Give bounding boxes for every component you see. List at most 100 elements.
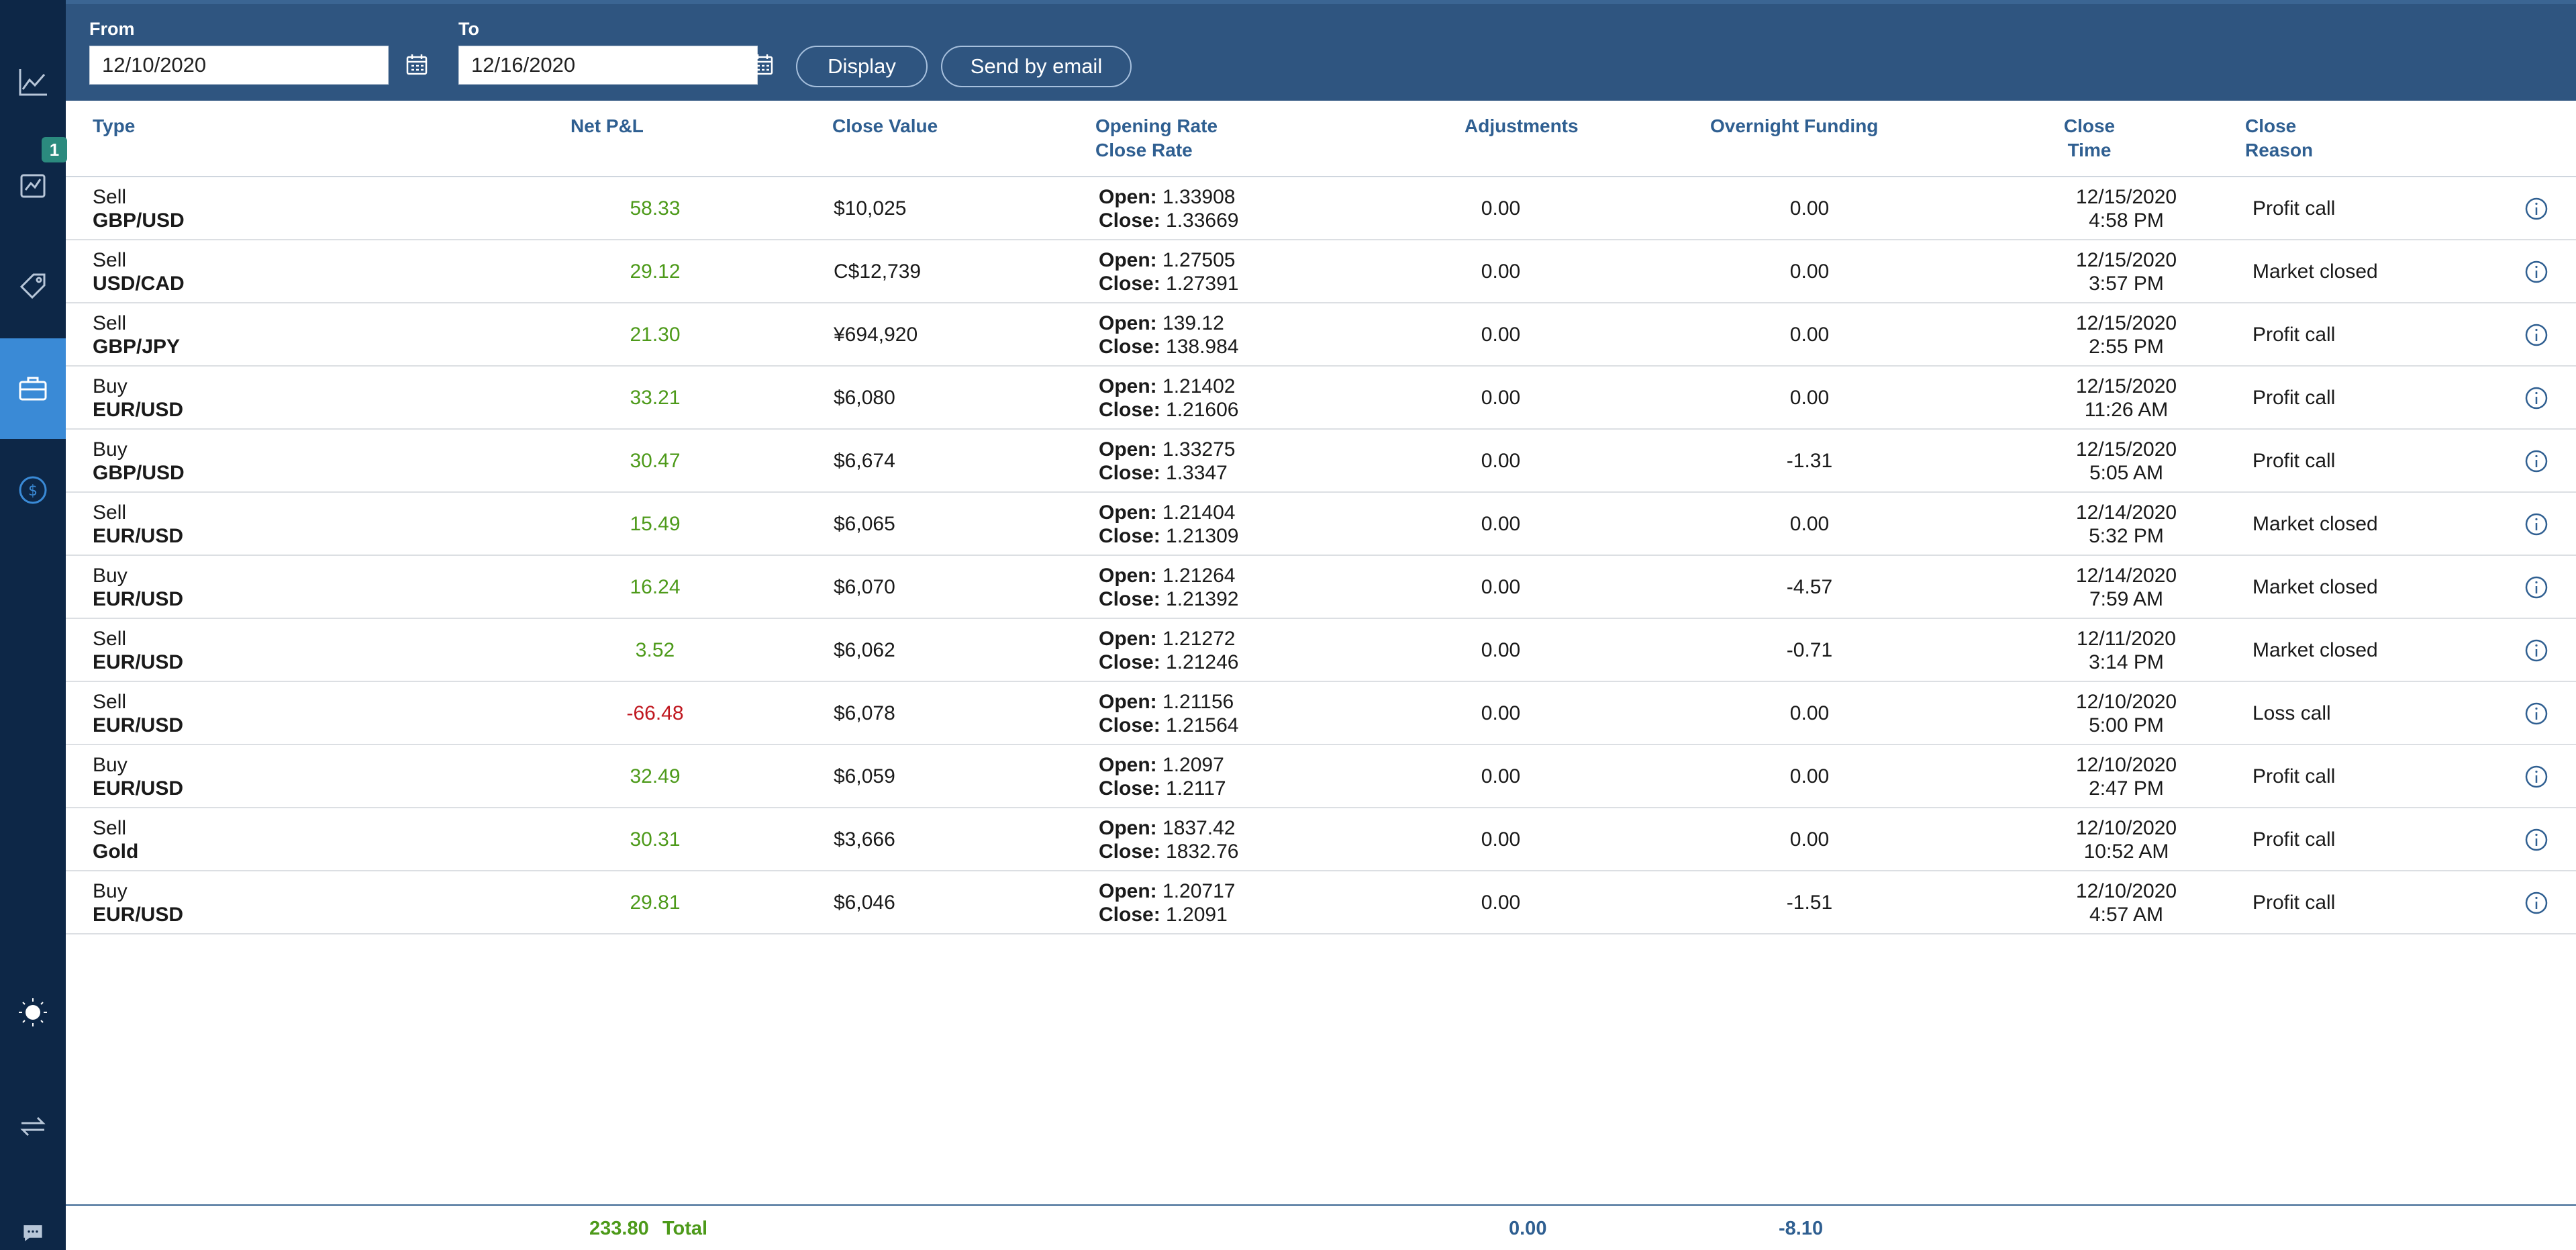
close-value: $6,078 — [834, 702, 895, 724]
overnight-funding-value: 0.00 — [1789, 260, 1830, 283]
table-row[interactable]: Buy GBP/USD 30.47 $6,674 Open: 1.33275 Close:… — [66, 430, 2576, 493]
info-icon[interactable] — [2524, 196, 2549, 222]
tag-icon — [19, 273, 46, 299]
table-row[interactable]: Buy EUR/USD 29.81 $6,046 Open: 1.20717 Close:… — [66, 871, 2576, 934]
net-pnl-value: 29.81 — [630, 892, 681, 914]
trade-type: Sell EUR/USD — [93, 690, 183, 737]
close-value: $3,666 — [834, 828, 895, 851]
col-close-value[interactable]: Close Value — [832, 114, 938, 138]
info-icon[interactable] — [2524, 638, 2549, 663]
to-calendar-icon[interactable] — [750, 52, 775, 77]
table-row[interactable]: Sell EUR/USD 15.49 $6,065 Open: 1.21404 Close… — [66, 493, 2576, 556]
info-icon[interactable] — [2524, 259, 2549, 285]
info-icon[interactable] — [2524, 890, 2549, 916]
col-close-reason[interactable]: Close Reason — [2245, 114, 2313, 162]
col-type[interactable]: Type — [93, 114, 135, 138]
from-date-input[interactable]: 12/10/2020 — [89, 46, 389, 85]
close-value: $6,065 — [834, 513, 895, 535]
rates: Open: 1.21402 Close: 1.21606 — [1099, 375, 1238, 422]
sidebar-item-funds[interactable]: $ — [0, 456, 66, 524]
rates: Open: 1.2097 Close: 1.2117 — [1099, 753, 1226, 800]
info-icon[interactable] — [2524, 385, 2549, 411]
col-adjustments[interactable]: Adjustments — [1465, 114, 1579, 138]
table-row[interactable]: Sell Gold 30.31 $3,666 Open: 1837.42 Close: 1… — [66, 808, 2576, 871]
overnight-funding-value: 0.00 — [1789, 387, 1830, 409]
open-label: Open: — [1099, 628, 1157, 650]
trade-side: Sell — [93, 628, 127, 650]
chat-icon — [23, 1225, 42, 1241]
send-email-button[interactable]: Send by email — [941, 46, 1132, 87]
close-reason: Profit call — [2252, 765, 2336, 787]
info-icon[interactable] — [2524, 827, 2549, 853]
col-overnight-funding[interactable]: Overnight Funding — [1710, 114, 1878, 138]
close-hour: 11:26 AM — [2084, 399, 2169, 421]
sidebar-item-theme[interactable] — [0, 979, 66, 1046]
display-button[interactable]: Display — [796, 46, 928, 87]
from-calendar-icon[interactable] — [405, 52, 429, 77]
close-value: $6,059 — [834, 765, 895, 787]
trade-type: Buy EUR/USD — [93, 753, 183, 800]
info-icon[interactable] — [2524, 512, 2549, 537]
info-icon[interactable] — [2524, 575, 2549, 600]
table-row[interactable]: Sell GBP/USD 58.33 $10,025 Open: 1.33908 Clos… — [66, 177, 2576, 240]
info-icon[interactable] — [2524, 322, 2549, 348]
sidebar-item-chat[interactable] — [0, 1216, 66, 1250]
sidebar-item-charts[interactable] — [0, 48, 66, 115]
open-rate: 1.21404 — [1162, 501, 1236, 524]
open-rate: 1.21156 — [1162, 691, 1234, 713]
close-date: 12/10/2020 — [2075, 817, 2177, 839]
info-icon[interactable] — [2524, 701, 2549, 726]
close-reason: Profit call — [2252, 197, 2336, 220]
close-label: Close: — [1099, 651, 1160, 673]
close-date: 12/14/2020 — [2075, 501, 2177, 524]
trade-symbol: EUR/USD — [93, 588, 184, 610]
close-time: 12/10/2020 10:52 AM — [2026, 816, 2227, 863]
close-time: 12/15/2020 3:57 PM — [2026, 248, 2227, 295]
theme-icon — [19, 998, 47, 1026]
adjustments-value: 0.00 — [1481, 892, 1521, 914]
close-rate: 1.2091 — [1166, 904, 1228, 926]
info-icon[interactable] — [2524, 764, 2549, 789]
sidebar-item-tags[interactable] — [0, 252, 66, 320]
close-hour: 5:32 PM — [2089, 525, 2164, 547]
adjustments-value: 0.00 — [1481, 576, 1521, 598]
briefcase-icon — [19, 377, 47, 401]
open-label: Open: — [1099, 817, 1157, 839]
table-row[interactable]: Sell EUR/USD 3.52 $6,062 Open: 1.21272 Close:… — [66, 619, 2576, 682]
close-date: 12/11/2020 — [2077, 628, 2176, 650]
col-net-pnl[interactable]: Net P&L — [571, 114, 644, 138]
close-hour: 3:14 PM — [2089, 651, 2164, 673]
table-row[interactable]: Buy EUR/USD 33.21 $6,080 Open: 1.21402 Close:… — [66, 367, 2576, 430]
open-rate: 139.12 — [1162, 312, 1224, 334]
col-rates[interactable]: Opening Rate Close Rate — [1095, 114, 1218, 162]
table-row[interactable]: Buy EUR/USD 16.24 $6,070 Open: 1.21264 Close:… — [66, 556, 2576, 619]
sidebar-item-switch[interactable] — [0, 1093, 66, 1160]
trade-symbol: EUR/USD — [93, 525, 184, 547]
total-overnight-funding: -8.10 — [1779, 1218, 1824, 1239]
table-row[interactable]: Sell EUR/USD -66.48 $6,078 Open: 1.21156 Clos… — [66, 682, 2576, 745]
overnight-funding-value: 0.00 — [1789, 828, 1830, 851]
sidebar-item-portfolio[interactable] — [0, 338, 66, 439]
trade-type: Sell GBP/USD — [93, 185, 185, 232]
trade-type: Buy EUR/USD — [93, 564, 183, 611]
info-icon[interactable] — [2524, 448, 2549, 474]
sidebar: 1 $ — [0, 0, 67, 1250]
close-value: $6,070 — [834, 576, 895, 598]
close-label: Close: — [1099, 209, 1160, 232]
trade-type: Sell USD/CAD — [93, 248, 185, 295]
col-close-time[interactable]: Close Time — [2059, 114, 2120, 162]
col-close-time-line1: Close — [2063, 115, 2116, 136]
trade-side: Sell — [93, 312, 127, 334]
close-value: $6,062 — [834, 639, 895, 661]
to-date-input[interactable]: 12/16/2020 — [458, 46, 758, 85]
close-rate: 1.21564 — [1166, 714, 1239, 736]
net-pnl-value: 30.31 — [630, 828, 681, 851]
table-row[interactable]: Sell GBP/JPY 21.30 ¥694,920 Open: 139.12 Clos… — [66, 303, 2576, 367]
overnight-funding-value: 0.00 — [1789, 197, 1830, 220]
net-pnl-value: 33.21 — [630, 387, 681, 409]
close-time: 12/14/2020 7:59 AM — [2026, 564, 2227, 611]
table-row[interactable]: Buy EUR/USD 32.49 $6,059 Open: 1.2097 Close: … — [66, 745, 2576, 808]
close-time: 12/10/2020 2:47 PM — [2026, 753, 2227, 800]
table-row[interactable]: Sell USD/CAD 29.12 C$12,739 Open: 1.27505 Clo… — [66, 240, 2576, 303]
totals-divider — [66, 1204, 2576, 1206]
